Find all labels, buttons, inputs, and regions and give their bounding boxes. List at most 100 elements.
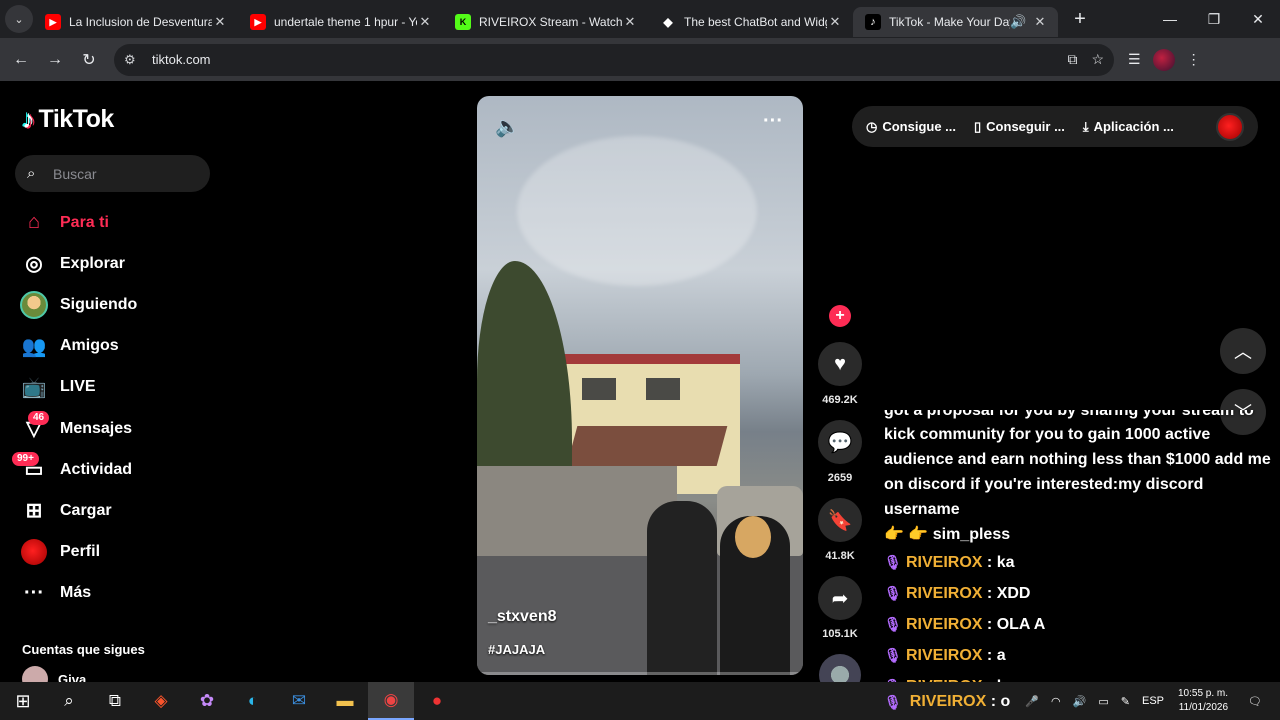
browser-tab[interactable]: ▶ undertale theme 1 hpur - Yo ✕ [238,7,443,37]
file-explorer-taskbar-icon[interactable]: ▬ [322,682,368,720]
more-options-icon[interactable]: ··· [763,110,783,133]
search-taskbar-button[interactable]: ⌕ [46,682,92,720]
tiktok-logo[interactable]: ♪ TikTok [22,104,114,135]
url-text[interactable]: tiktok.com [152,52,1067,67]
sidebar-item-perfil[interactable]: Perfil [18,532,137,573]
bookmark-star-icon[interactable]: ☆ [1091,51,1104,68]
video-username[interactable]: _stxven8 [488,608,557,626]
outlook-taskbar-icon[interactable]: ✉ [276,682,322,720]
sidebar-item-amigos[interactable]: 👥 Amigos [18,326,137,367]
chat-user: RIVEIROX [906,554,983,571]
pen-icon[interactable]: ✎ [1121,695,1130,708]
sidebar-item-mas[interactable]: ··· Más [18,573,137,614]
reload-button[interactable]: ↻ [72,43,106,77]
task-view-icon: ⧉ [108,691,122,710]
chat-message: 🎙 RIVEIROX : a [884,640,1276,671]
notifications-icon[interactable]: 🗨 [1248,695,1262,708]
minimize-button[interactable]: — [1148,0,1192,38]
chat-partial-line: got a proposal for you by sharing your s… [884,410,1276,422]
nav-label: Más [60,584,92,602]
clock[interactable]: 10:55 p. m. 11/01/2026 [1178,687,1228,715]
download-icon: ⤓ [1082,118,1089,134]
video-hashtag[interactable]: #JAJAJA [488,642,545,657]
friends-icon: 👥 [21,335,47,358]
share-button[interactable]: ➦ [818,576,862,620]
install-app-icon[interactable]: ⧉ [1067,51,1077,68]
profile-avatar-icon [18,536,50,568]
close-icon[interactable]: ✕ [622,14,638,30]
comment-count: 2659 [827,472,853,484]
reading-list-icon[interactable]: ☰ [1128,51,1141,68]
follow-button[interactable]: + [829,305,851,327]
system-tray: 🎤 ◠ 🔊 ▭ ✎ ESP 10:55 p. m. 11/01/2026 🗨 [1019,682,1280,720]
action-label: Consigue ... [882,119,957,134]
following-accounts-header: Cuentas que sigues [22,642,145,657]
user-avatar[interactable] [1216,112,1244,141]
new-tab-button[interactable]: + [1066,8,1094,31]
menu-icon[interactable]: ⋮ [1187,51,1201,68]
like-button[interactable]: ♥ [818,342,862,386]
app-taskbar-icon[interactable]: ● [414,682,460,720]
mic-icon: 🎙 [884,554,902,570]
following-avatar-icon [18,289,50,321]
mic-tray-icon[interactable]: 🎤 [1025,695,1039,708]
volume-icon[interactable]: 🔈 [495,114,520,139]
close-window-button[interactable]: ✕ [1236,0,1280,38]
sidebar-item-siguiendo[interactable]: Siguiendo [18,284,137,325]
profile-avatar[interactable] [1152,48,1175,71]
phone-icon: ▯ [974,118,982,134]
task-view-button[interactable]: ⧉ [92,682,138,720]
sidebar-item-explorar[interactable]: ◎ Explorar [18,243,137,284]
tab-search-button[interactable]: ⌄ [5,5,33,33]
video-progress-bar[interactable] [477,672,803,675]
download-app-button[interactable]: ⤓ Aplicación ... [1083,119,1174,135]
chrome-taskbar-icon[interactable]: ◉ [368,682,414,720]
save-button[interactable]: 🔖 [818,498,862,542]
volume-tray-icon[interactable]: 🔊 [1073,695,1087,708]
video-actions: + ♥ 469.2K 💬 2659 🔖 41.8K ➦ 105.1K [818,305,862,696]
language-indicator[interactable]: ESP [1142,695,1164,707]
wifi-icon[interactable]: ◠ [1051,695,1061,708]
browser-tab[interactable]: ▶ La Inclusion de Desventura ( ✕ [33,7,238,37]
back-button[interactable]: ← [4,43,38,77]
like-count: 469.2K [822,394,858,406]
close-icon[interactable]: ✕ [827,14,843,30]
chat-user: RIVEIROX [906,647,983,664]
forward-button[interactable]: → [38,43,72,77]
battery-icon[interactable]: ▭ [1098,695,1108,708]
brave-taskbar-icon[interactable]: ◈ [138,682,184,720]
browser-tab-active[interactable]: ♪ TikTok - Make Your Day 🔊 ✕ [853,7,1058,37]
close-icon[interactable]: ✕ [1032,14,1048,30]
upload-icon: ⊞ [25,500,43,523]
coin-icon: ◷ [866,118,878,134]
live-tv-icon: 📺 [21,376,47,399]
sidebar-item-live[interactable]: 📺 LIVE [18,367,137,408]
edge-taskbar-icon[interactable]: ◐ [230,682,276,720]
maximize-button[interactable]: ❐ [1192,0,1236,38]
start-button[interactable]: ⊞ [0,682,46,720]
date-text: 11/01/2026 [1178,702,1229,713]
comment-button[interactable]: 💬 [818,420,862,464]
get-coins-button[interactable]: ◷ Consigue ... [866,119,956,135]
search-icon: ⌕ [64,691,74,710]
sidebar-item-cargar[interactable]: ⊞ Cargar [18,490,137,531]
close-icon[interactable]: ✕ [417,14,433,30]
speaker-icon[interactable]: 🔊 [1010,14,1026,30]
bookmark-icon: 🔖 [827,509,853,532]
search-input[interactable] [53,165,203,182]
search-bar[interactable]: ⌕ [15,155,210,192]
sidebar-item-mensajes[interactable]: ▽ 46 Mensajes [18,408,137,449]
address-bar[interactable]: ⚙ tiktok.com ⧉ ☆ [114,43,1114,76]
video-frame-cloud [517,136,757,286]
browser-tab[interactable]: ◆ The best ChatBot and Widg ✕ [648,7,853,37]
close-icon[interactable]: ✕ [212,14,228,30]
sidebar-item-para-ti[interactable]: ⌂ Para ti [18,202,137,243]
sidebar-item-actividad[interactable]: ▭ 99+ Actividad [12,449,137,490]
video-player[interactable]: 🔈 ··· _stxven8 #JAJAJA [477,96,803,675]
reload-icon: ↻ [82,51,96,69]
site-info-icon[interactable]: ⚙ [124,52,146,68]
get-app-button[interactable]: ▯ Conseguir ... [974,119,1065,135]
copilot-taskbar-icon[interactable]: ✿ [184,682,230,720]
browser-tab[interactable]: K RIVEIROX Stream - Watch Li ✕ [443,7,648,37]
previous-video-button[interactable]: ︿ [1220,328,1266,374]
